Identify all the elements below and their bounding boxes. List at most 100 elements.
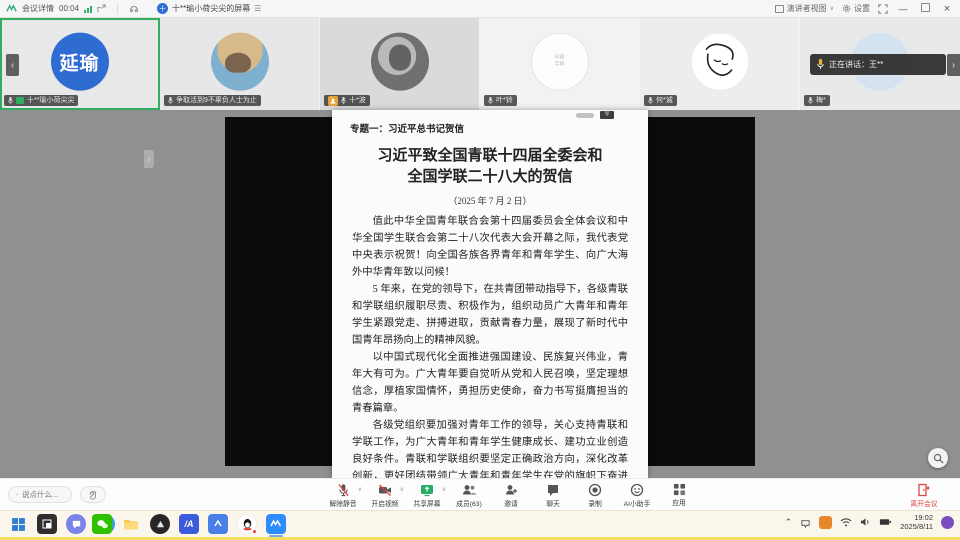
participant-name: 何*诚 xyxy=(656,95,673,106)
speaker-icon[interactable] xyxy=(860,517,871,527)
participant-name-badge: 梅* xyxy=(804,95,830,106)
participant-tile-4[interactable]: 印章字样 叶*铃 xyxy=(480,18,640,110)
unmute-button[interactable]: ∨ 解除静音 xyxy=(322,480,364,510)
meeting-detail-link[interactable]: 会议详情 xyxy=(22,3,54,14)
document-paragraph: 5 年来，在党的领导下，在共青团带动指导下，各级青联和学联组织履职尽责、积极作为… xyxy=(352,281,628,349)
layout-icon xyxy=(775,5,784,13)
strip-scroll-left-button[interactable]: ‹ xyxy=(6,54,19,76)
wifi-icon[interactable] xyxy=(840,517,852,527)
sidebar-expander-handle[interactable]: › xyxy=(144,150,154,168)
camera-off-icon xyxy=(378,483,392,497)
tray-app-badge-icon[interactable] xyxy=(941,516,954,529)
members-button[interactable]: 成员(63) xyxy=(448,480,490,510)
taskbar-time: 19:02 xyxy=(900,513,933,522)
record-button[interactable]: 录制 xyxy=(574,480,616,510)
taskbar-clock[interactable]: 19:02 2025/8/11 xyxy=(900,513,933,531)
battery-icon[interactable] xyxy=(879,517,892,527)
sketch-face-icon xyxy=(698,40,742,84)
control-buttons: ∨ 解除静音 ∨ 开启视频 ∨ 共享屏幕 成员(63) 邀请 xyxy=(322,480,700,510)
mic-icon xyxy=(341,97,346,105)
view-mode-caret-icon: ∨ xyxy=(830,5,834,12)
divider xyxy=(117,4,118,14)
meeting-timer: 00:04 xyxy=(59,4,79,13)
titlebar: 会议详情 00:04 十 十**瑜小荷尖尖的屏幕 ☰ 演讲者视图 ∨ 设置 — xyxy=(0,0,960,18)
share-screen-button[interactable]: ∨ 共享屏幕 xyxy=(406,480,448,510)
apps-grid-icon xyxy=(673,483,686,496)
start-button[interactable] xyxy=(8,514,28,534)
participant-tile-1[interactable]: 延瑜 十**瑜小荷尖尖 xyxy=(0,18,160,110)
document-paragraph: 以中国式现代化全面推进强国建设、民族复兴伟业，青年大有可为。广大青年要自觉听从党… xyxy=(352,349,628,417)
participant-name-badge: 十**瑜小荷尖尖 xyxy=(4,95,78,106)
mic-icon xyxy=(488,97,493,105)
fullscreen-icon[interactable] xyxy=(878,4,888,14)
invite-button[interactable]: 邀请 xyxy=(490,480,532,510)
windows-taskbar: /A ⌃ 19:02 2025/8/11 xyxy=(0,510,960,540)
mic-icon xyxy=(8,97,13,105)
maximize-button[interactable] xyxy=(918,3,932,14)
quick-message-input-wrap[interactable] xyxy=(8,486,72,503)
participant-tile-5[interactable]: 何*诚 xyxy=(640,18,800,110)
screen-share-tab[interactable]: 十 十**瑜小荷尖尖的屏幕 ☰ xyxy=(157,3,261,14)
page-mini-tab: 零 xyxy=(600,111,614,119)
quick-message-input[interactable] xyxy=(22,490,64,499)
speaking-mic-icon xyxy=(817,59,824,70)
strip-scroll-right-button[interactable]: › xyxy=(947,54,960,76)
participant-name: 十**瑜小荷尖尖 xyxy=(27,95,74,106)
audio-device-icon[interactable] xyxy=(129,4,139,14)
participant-tile-2[interactable]: 争取活到9不辜负人士为止 xyxy=(160,18,320,110)
caret-icon[interactable]: ∨ xyxy=(400,486,404,493)
network-signal-icon xyxy=(84,5,92,13)
host-badge-icon xyxy=(328,96,338,106)
video-editor-app-icon[interactable]: /A xyxy=(179,514,199,534)
avatar xyxy=(211,33,269,91)
settings-button[interactable]: 设置 xyxy=(842,3,870,14)
tencent-meeting-taskbar-icon[interactable] xyxy=(266,514,286,534)
emoji-icon xyxy=(16,490,18,499)
mic-icon xyxy=(808,97,813,105)
security-tray-icon[interactable] xyxy=(819,516,832,529)
participant-name-badge: 十*波 xyxy=(324,95,370,106)
participant-tile-3[interactable]: 十*波 xyxy=(320,18,480,110)
dark-app-icon[interactable] xyxy=(150,514,170,534)
taskview-button[interactable] xyxy=(37,514,57,534)
shared-document-page: 零 专题一：习近平总书记贺信 习近平致全国青联十四届全委会和 全国学联二十八大的… xyxy=(332,110,648,478)
pen-device-icon[interactable] xyxy=(800,517,811,528)
blue-app-icon[interactable] xyxy=(208,514,228,534)
mic-muted-icon xyxy=(337,483,350,497)
document-topic-tag: 专题一：习近平总书记贺信 xyxy=(350,121,464,135)
teams-chat-icon[interactable] xyxy=(66,514,86,534)
popout-icon[interactable] xyxy=(97,4,106,13)
ai-assistant-icon xyxy=(630,483,644,497)
document-title: 习近平致全国青联十四届全委会和 全国学联二十八大的贺信 xyxy=(332,146,648,188)
record-icon xyxy=(588,483,602,497)
meeting-logo-icon xyxy=(6,3,17,14)
participant-strip: 延瑜 十**瑜小荷尖尖 争取活到9不辜负人士为止 十*波 印章字样 xyxy=(0,18,960,110)
view-mode-switcher[interactable]: 演讲者视图 ∨ xyxy=(775,3,834,14)
wechat-icon[interactable] xyxy=(92,514,112,534)
participant-name-badge: 叶*铃 xyxy=(484,95,517,106)
chat-button[interactable]: 聊天 xyxy=(532,480,574,510)
members-icon xyxy=(462,483,477,497)
speaking-toast: 正在讲话：王** xyxy=(810,54,946,75)
ai-assistant-button[interactable]: AI小助手 xyxy=(616,480,658,510)
file-explorer-icon[interactable] xyxy=(121,514,141,534)
zoom-button[interactable] xyxy=(928,448,948,468)
raise-hand-button[interactable] xyxy=(80,486,106,503)
speaking-toast-text: 正在讲话：王** xyxy=(829,59,883,70)
apps-button[interactable]: 应用 xyxy=(658,480,700,510)
tray-chevron-up-icon[interactable]: ⌃ xyxy=(785,517,793,528)
sharer-avatar-icon: 十 xyxy=(157,3,168,14)
share-tab-menu-icon[interactable]: ☰ xyxy=(254,4,261,13)
qq-icon[interactable] xyxy=(237,514,257,534)
avatar xyxy=(371,33,429,91)
close-button[interactable]: × xyxy=(940,3,954,15)
leave-meeting-button[interactable]: 离开会议 xyxy=(902,480,946,510)
start-video-button[interactable]: ∨ 开启视频 xyxy=(364,480,406,510)
participant-name-badge: 争取活到9不辜负人士为止 xyxy=(164,95,261,106)
caret-icon[interactable]: ∨ xyxy=(358,486,362,493)
page-scroll-pill xyxy=(576,113,594,118)
share-screen-icon xyxy=(420,483,434,497)
participant-name: 争取活到9不辜负人士为止 xyxy=(176,95,257,106)
minimize-button[interactable]: — xyxy=(896,4,910,14)
caret-icon[interactable]: ∨ xyxy=(442,486,446,493)
